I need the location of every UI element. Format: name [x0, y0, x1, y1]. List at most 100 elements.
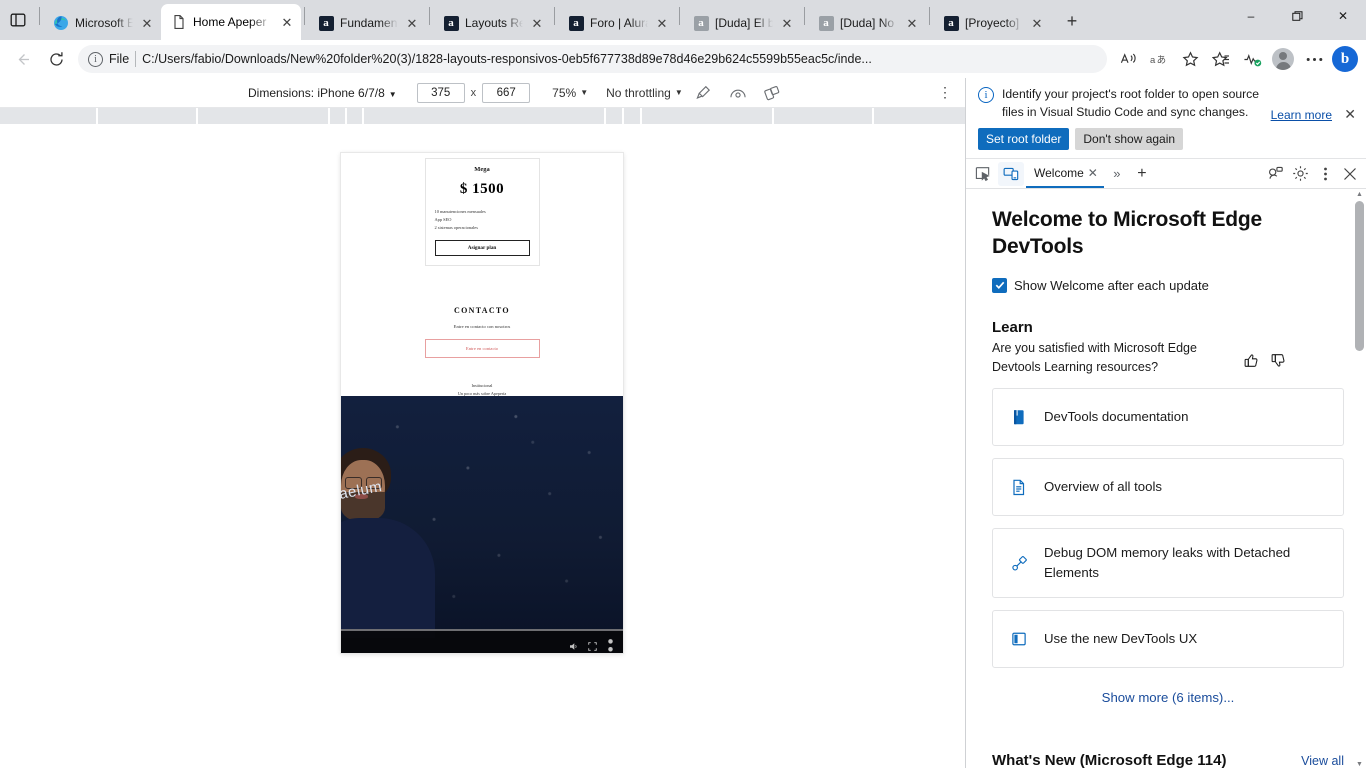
show-welcome-checkbox[interactable] [992, 277, 1007, 293]
devtools-more-icon[interactable] [1313, 162, 1337, 186]
device-emulation-icon[interactable] [998, 161, 1024, 186]
scroll-up-arrow[interactable]: ▲ [1355, 191, 1364, 198]
page-icon [171, 14, 187, 30]
plan-price: $ 1500 [459, 181, 505, 197]
footer-line: Institucional [471, 383, 493, 389]
fullscreen-icon[interactable] [588, 638, 597, 651]
tab-divider [929, 6, 930, 25]
set-root-folder-button[interactable]: Set root folder [978, 128, 1070, 151]
devtools-close-icon[interactable] [1338, 162, 1362, 186]
learn-card-1[interactable]: Overview of all tools [992, 458, 1344, 517]
devtools-panel: i Identify your project's root folder to… [966, 78, 1366, 768]
thumbs-up-icon[interactable] [1244, 353, 1259, 373]
tab-divider [804, 6, 805, 25]
window-close-button[interactable]: ✕ [1320, 0, 1366, 32]
volume-icon[interactable] [570, 638, 579, 650]
embedded-video-player[interactable]: aelum [341, 396, 623, 653]
info-icon[interactable]: i [88, 51, 103, 67]
browser-tab-2[interactable]: a Fundamentos ✕ [308, 6, 426, 40]
tab-search-icon[interactable] [0, 0, 36, 40]
show-welcome-label: Show Welcome after each update [1014, 277, 1209, 293]
throttling-label: No throttling [606, 85, 671, 100]
browser-tab-7[interactable]: a [Proyecto] SE ✕ [933, 6, 1051, 40]
scroll-down-arrow[interactable]: ▼ [1355, 761, 1364, 768]
browser-tab-5[interactable]: a [Duda] El bot ✕ [683, 6, 801, 40]
rotate-device-icon[interactable] [759, 82, 785, 104]
browser-tab-6[interactable]: a [Duda] No me ✕ [808, 6, 926, 40]
devtools-tabbar-actions [1263, 162, 1362, 186]
profile-avatar[interactable] [1268, 44, 1298, 74]
viewport-height-input[interactable]: 667 [482, 82, 531, 103]
settings-gear-icon[interactable] [1288, 162, 1312, 186]
tab-close-button[interactable]: ✕ [1029, 15, 1045, 31]
settings-more-icon[interactable] [1299, 44, 1329, 74]
tab-close-button[interactable]: ✕ [139, 15, 155, 31]
tab-close-button[interactable]: ✕ [529, 15, 545, 31]
zoom-dropdown[interactable]: 75% ▼ [552, 86, 588, 100]
show-more-link[interactable]: Show more (6 items)... [992, 690, 1344, 705]
dont-show-again-button[interactable]: Don't show again [1075, 128, 1184, 151]
welcome-panel-content: Welcome to Microsoft Edge DevTools Show … [966, 189, 1366, 768]
card-label: Debug DOM memory leaks with Detached Ele… [1044, 545, 1291, 581]
read-aloud-icon[interactable] [1113, 44, 1143, 74]
plan-name: Mega [474, 166, 490, 173]
more-tabs-icon[interactable]: » [1106, 166, 1128, 181]
device-pixel-ratio-icon[interactable] [691, 82, 717, 104]
whats-new-title: What's New (Microsoft Edge 114) [992, 751, 1227, 768]
emulated-device-frame[interactable]: Mega $ 1500 10 manutenciones mensuales A… [341, 153, 623, 653]
assign-plan-button[interactable]: Asignar plan [434, 240, 530, 257]
learn-card-3[interactable]: Use the new DevTools UX [992, 609, 1344, 668]
favorite-star-icon[interactable] [1175, 44, 1205, 74]
tab-close-button[interactable]: ✕ [779, 15, 795, 31]
refresh-icon[interactable] [40, 43, 72, 75]
viewport-width-input[interactable]: 375 [416, 82, 465, 103]
chevron-down-icon: ▼ [674, 88, 683, 97]
add-tab-button[interactable]: + [1130, 165, 1154, 183]
tab-close-button[interactable]: ✕ [904, 15, 920, 31]
new-tab-button[interactable]: + [1057, 6, 1087, 36]
browser-tab-1[interactable]: Home Apeper ✕ [161, 4, 301, 40]
tab-divider [39, 6, 40, 25]
tab-close-button[interactable]: ✕ [404, 15, 420, 31]
scrollbar-thumb[interactable] [1355, 201, 1364, 352]
throttling-dropdown[interactable]: No throttling ▼ [606, 86, 683, 100]
browser-tab-4[interactable]: a Foro | Alura L ✕ [558, 6, 676, 40]
tab-close-icon[interactable]: ✕ [1088, 166, 1098, 180]
contact-subtitle: Entre en contacto con nosotros [453, 324, 511, 330]
devtools-beta-icon[interactable] [1263, 162, 1287, 186]
devtools-scrollbar[interactable]: ▲ ▼ [1355, 191, 1364, 768]
view-all-link[interactable]: View all [1301, 754, 1344, 768]
thumbs-down-icon[interactable] [1271, 353, 1286, 373]
translate-icon[interactable]: aあ [1144, 44, 1174, 74]
minimize-button[interactable]: – [1228, 0, 1274, 32]
learn-more-link[interactable]: Learn more [1271, 108, 1332, 122]
browser-tab-3[interactable]: a Layouts Resp ✕ [433, 6, 551, 40]
learn-card-2[interactable]: Debug DOM memory leaks with Detached Ele… [992, 528, 1344, 598]
copilot-bing-icon[interactable]: b [1330, 44, 1360, 74]
video-more-icon[interactable] [606, 638, 615, 651]
show-media-queries-icon[interactable] [725, 82, 751, 104]
browser-essentials-icon[interactable] [1237, 44, 1267, 74]
alura-icon: a [443, 15, 459, 31]
dimensions-dropdown[interactable]: Dimensions: iPhone 6/7/8 ▼ [248, 86, 397, 100]
main-split: Dimensions: iPhone 6/7/8 ▼ 375 x 667 75% ▼… [0, 78, 1366, 768]
browser-tab-0[interactable]: Microsoft Edg ✕ [43, 6, 161, 40]
contact-button[interactable]: Entre en contacto [424, 339, 540, 359]
svg-text:あ: あ [1157, 54, 1166, 65]
maximize-button[interactable] [1274, 0, 1320, 32]
tab-close-button[interactable]: ✕ [279, 14, 295, 30]
dimension-separator: x [470, 86, 477, 99]
infobar-close-icon[interactable]: ✕ [1344, 106, 1356, 123]
show-welcome-checkbox-row[interactable]: Show Welcome after each update [992, 277, 1344, 293]
tab-welcome[interactable]: Welcome ✕ [1026, 159, 1104, 189]
satisfaction-question: Are you satisfied with Microsoft Edge De… [992, 340, 1197, 374]
device-toolbar-more-button[interactable]: ⋮ [933, 84, 957, 101]
back-arrow-icon[interactable] [6, 43, 38, 75]
learn-card-0[interactable]: DevTools documentation [992, 388, 1344, 447]
tab-title: [Duda] No me [840, 16, 898, 30]
alura-icon: a [318, 15, 334, 31]
url-omnibox[interactable]: i File C:/Users/fabio/Downloads/New%20fo… [78, 45, 1107, 73]
collections-icon[interactable] [1206, 44, 1236, 74]
inspect-element-icon[interactable] [970, 162, 996, 186]
tab-close-button[interactable]: ✕ [654, 15, 670, 31]
